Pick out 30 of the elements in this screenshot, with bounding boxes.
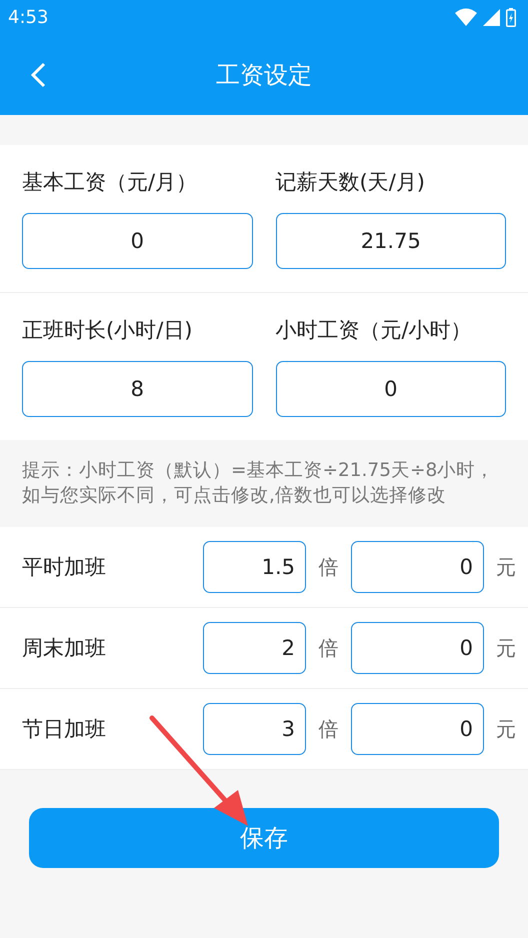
- input-field[interactable]: 0: [351, 703, 484, 755]
- input-field[interactable]: 0: [276, 361, 506, 417]
- unit-label: 元: [496, 634, 516, 662]
- input-field[interactable]: 0: [351, 622, 484, 674]
- field-label: 正班时长(小时/日): [22, 317, 194, 344]
- row-label: 节日加班: [22, 716, 107, 743]
- input-field[interactable]: 1.5: [203, 541, 306, 593]
- wifi-icon: [455, 8, 477, 26]
- row-label: 平时加班: [22, 554, 107, 581]
- signal-icon: [483, 8, 500, 26]
- page-title: 工资设定: [216, 60, 312, 90]
- field-label: 小时工资（元/小时）: [276, 317, 473, 344]
- back-icon[interactable]: [30, 62, 46, 88]
- row-label: 周末加班: [22, 635, 107, 662]
- field-label: 记薪天数(天/月): [276, 169, 426, 196]
- unit-label: 倍: [318, 634, 340, 662]
- hint-text: 提示：小时工资（默认）=基本工资÷21.75天÷8小时，如与您实际不同，可点击修改,倍数也可以选择修改: [22, 459, 496, 508]
- field-label: 基本工资（元/月）: [22, 169, 198, 196]
- clock-time: 4:53: [8, 6, 48, 28]
- unit-label: 元: [496, 716, 516, 742]
- input-field[interactable]: 2: [203, 622, 306, 674]
- input-field[interactable]: 21.75: [276, 213, 506, 269]
- input-field[interactable]: 3: [203, 703, 306, 755]
- unit-label: 倍: [318, 716, 340, 742]
- unit-label: 元: [496, 554, 516, 580]
- input-field[interactable]: 0: [351, 541, 484, 593]
- input-field[interactable]: 8: [22, 361, 252, 417]
- battery-icon: [506, 8, 516, 26]
- unit-label: 倍: [318, 554, 340, 580]
- input-field[interactable]: 0: [22, 213, 252, 269]
